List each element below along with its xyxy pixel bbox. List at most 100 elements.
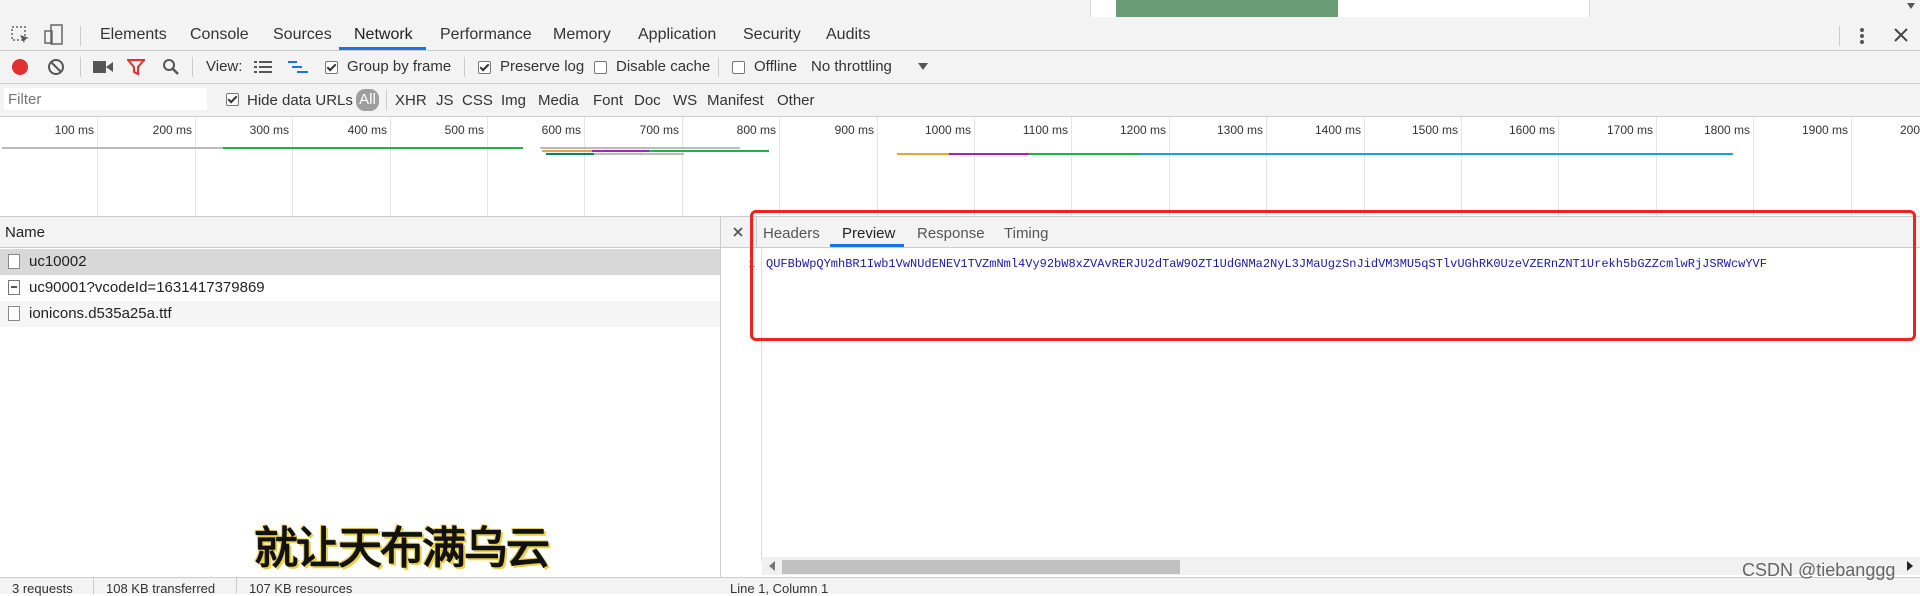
timeline-request-bar bbox=[546, 153, 594, 155]
timeline-request-bar bbox=[540, 147, 740, 149]
highlight-annotation-box bbox=[750, 210, 1916, 341]
request-name: ionicons.d535a25a.ttf bbox=[29, 305, 172, 322]
timeline-tick-label: 300 ms bbox=[249, 123, 289, 137]
timeline-gridline bbox=[1266, 117, 1267, 216]
timeline-gridline bbox=[1169, 117, 1170, 216]
preserve-log-label: Preserve log bbox=[500, 58, 585, 75]
timeline-tick-label: 1500 ms bbox=[1411, 123, 1458, 137]
type-filter-font[interactable]: Font bbox=[593, 92, 623, 109]
device-toolbar-icon[interactable] bbox=[44, 24, 64, 46]
tab-console[interactable]: Console bbox=[190, 26, 249, 44]
timeline-tick-label: 1100 ms bbox=[1022, 123, 1068, 137]
timeline-request-bar bbox=[1139, 153, 1733, 155]
tab-memory[interactable]: Memory bbox=[553, 26, 611, 44]
view-label: View: bbox=[206, 58, 243, 75]
request-row[interactable]: ionicons.d535a25a.ttf bbox=[0, 301, 720, 327]
filter-bar: Hide data URLs All XHR JS CSS Img Media … bbox=[0, 84, 1920, 117]
devtools-tab-bar: Elements Console Sources Network Perform… bbox=[0, 0, 1920, 51]
list-view-icon[interactable] bbox=[254, 60, 272, 74]
record-icon[interactable] bbox=[11, 58, 29, 76]
scroll-down-arrow-icon[interactable] bbox=[1905, 0, 1917, 12]
toolbar-separator bbox=[718, 57, 719, 77]
tab-audits[interactable]: Audits bbox=[826, 26, 870, 44]
timeline-gridline bbox=[1558, 117, 1559, 216]
timeline-request-bar bbox=[594, 153, 684, 155]
screenshot-camera-icon[interactable] bbox=[93, 60, 113, 74]
timeline-gridline bbox=[779, 117, 780, 216]
overlay-caption: 就让天布满乌云 bbox=[254, 523, 550, 574]
clear-icon[interactable] bbox=[47, 58, 65, 76]
filter-input[interactable] bbox=[4, 88, 207, 110]
close-devtools-icon[interactable] bbox=[1893, 27, 1909, 43]
group-by-frame-checkbox[interactable] bbox=[325, 61, 338, 74]
close-details-icon[interactable] bbox=[733, 227, 743, 237]
page-preview-block bbox=[1116, 0, 1338, 17]
disable-cache-checkbox[interactable] bbox=[594, 61, 607, 74]
timeline-tick-label: 1400 ms bbox=[1314, 123, 1361, 137]
timeline-tick-label: 400 ms bbox=[347, 123, 387, 137]
timeline-gridline bbox=[1071, 117, 1072, 216]
tab-sources[interactable]: Sources bbox=[273, 26, 332, 44]
timeline-gridline bbox=[292, 117, 293, 216]
tab-separator bbox=[80, 26, 81, 46]
type-filter-all[interactable]: All bbox=[356, 89, 379, 111]
timeline-request-bar bbox=[2, 147, 224, 149]
script-file-icon bbox=[8, 280, 20, 295]
timeline-tick-label: 200 bbox=[1899, 123, 1920, 137]
watermark: CSDN @tiebanggg bbox=[1742, 560, 1896, 580]
toolbar-separator bbox=[80, 57, 81, 77]
scroll-right-arrow-icon[interactable] bbox=[1906, 561, 1914, 571]
throttling-select[interactable]: No throttling bbox=[811, 58, 892, 75]
scroll-left-arrow-icon[interactable] bbox=[768, 561, 776, 571]
hide-data-urls-checkbox[interactable] bbox=[226, 93, 239, 106]
inspect-element-icon[interactable] bbox=[11, 26, 31, 46]
timeline-tick-label: 1000 ms bbox=[924, 123, 971, 137]
type-filter-xhr[interactable]: XHR bbox=[395, 92, 427, 109]
scrollbar-thumb[interactable] bbox=[782, 560, 1180, 574]
timeline-request-bar bbox=[897, 153, 949, 155]
timeline-gridline bbox=[877, 117, 878, 216]
type-filter-img[interactable]: Img bbox=[501, 92, 526, 109]
timeline-gridline bbox=[1753, 117, 1754, 216]
request-row[interactable]: uc90001?vcodeId=1631417379869 bbox=[0, 275, 720, 301]
timeline-tick-label: 600 ms bbox=[541, 123, 581, 137]
filter-funnel-icon[interactable] bbox=[127, 58, 145, 76]
more-options-icon[interactable] bbox=[1857, 26, 1867, 46]
timeline-tick-label: 900 ms bbox=[834, 123, 874, 137]
timeline-tick-label: 1900 ms bbox=[1801, 123, 1848, 137]
type-filter-ws[interactable]: WS bbox=[673, 92, 697, 109]
font-file-icon bbox=[8, 306, 20, 321]
offline-checkbox[interactable] bbox=[732, 61, 745, 74]
type-filter-media[interactable]: Media bbox=[538, 92, 579, 109]
type-filter-manifest[interactable]: Manifest bbox=[707, 92, 764, 109]
search-icon[interactable] bbox=[162, 58, 180, 76]
tab-network[interactable]: Network bbox=[354, 26, 413, 44]
type-filter-other[interactable]: Other bbox=[777, 92, 815, 109]
preserve-log-checkbox[interactable] bbox=[478, 61, 491, 74]
timeline-request-bar bbox=[1029, 153, 1139, 155]
timeline-gridline bbox=[1364, 117, 1365, 216]
waterfall-view-icon[interactable] bbox=[288, 60, 308, 74]
name-column-header[interactable]: Name bbox=[0, 217, 720, 248]
timeline-tick-label: 1300 ms bbox=[1216, 123, 1263, 137]
type-filter-css[interactable]: CSS bbox=[462, 92, 493, 109]
timeline-overview[interactable]: 100 ms 200 ms 300 ms 400 ms 500 ms 600 ms 700 … bbox=[0, 117, 1920, 217]
tab-performance[interactable]: Performance bbox=[440, 26, 532, 44]
timeline-gridline bbox=[1461, 117, 1462, 216]
filter-separator bbox=[386, 90, 387, 110]
timeline-gridline bbox=[390, 117, 391, 216]
tab-separator bbox=[1839, 26, 1840, 46]
timeline-gridline bbox=[97, 117, 98, 216]
request-row[interactable]: uc10002 bbox=[0, 249, 720, 275]
chevron-down-icon[interactable] bbox=[918, 63, 928, 71]
tab-application[interactable]: Application bbox=[638, 26, 716, 44]
timeline-request-bar bbox=[649, 150, 769, 152]
status-separator bbox=[236, 578, 237, 594]
tab-security[interactable]: Security bbox=[743, 26, 801, 44]
timeline-tick-label: 800 ms bbox=[736, 123, 776, 137]
type-filter-doc[interactable]: Doc bbox=[634, 92, 661, 109]
transferred-size: 108 KB transferred bbox=[106, 581, 216, 596]
timeline-gridline bbox=[682, 117, 683, 216]
type-filter-js[interactable]: JS bbox=[436, 92, 454, 109]
tab-elements[interactable]: Elements bbox=[100, 26, 167, 44]
